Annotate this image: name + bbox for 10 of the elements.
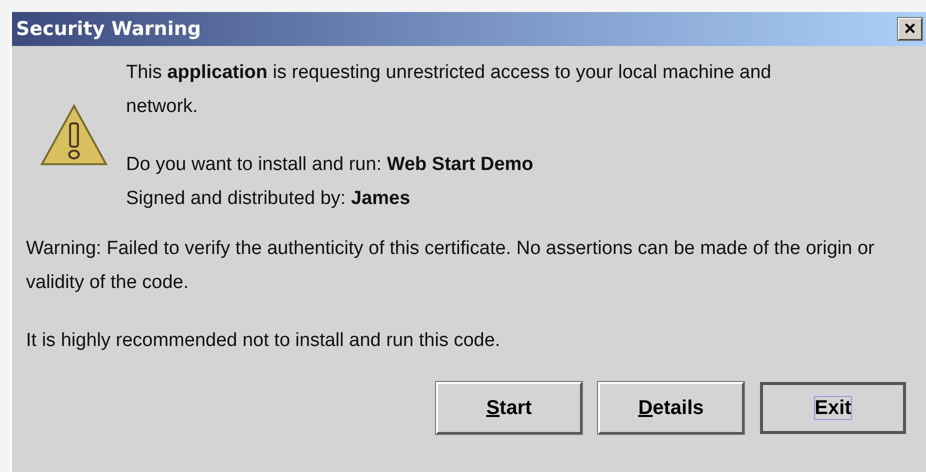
exit-button[interactable]: Exit (760, 382, 906, 434)
install-question: Do you want to install and run: Web Start Demo (126, 153, 534, 177)
window-title: Security Warning (16, 18, 201, 40)
warning-text: It is highly recommended not to install and run this code. (26, 329, 502, 353)
close-button[interactable]: × (898, 18, 922, 40)
warning-text: Warning: Failed to verify the authenticity of this certificate. No assertions can be made of the origin or validity of the code. (26, 237, 876, 295)
start-button[interactable]: Start (436, 382, 582, 434)
intro-text: This application is requesting unrestricted access to your local machine and network. (126, 61, 772, 119)
signer-text: Signed and distributed by: James (126, 187, 412, 211)
details-button[interactable]: Details (598, 382, 744, 434)
